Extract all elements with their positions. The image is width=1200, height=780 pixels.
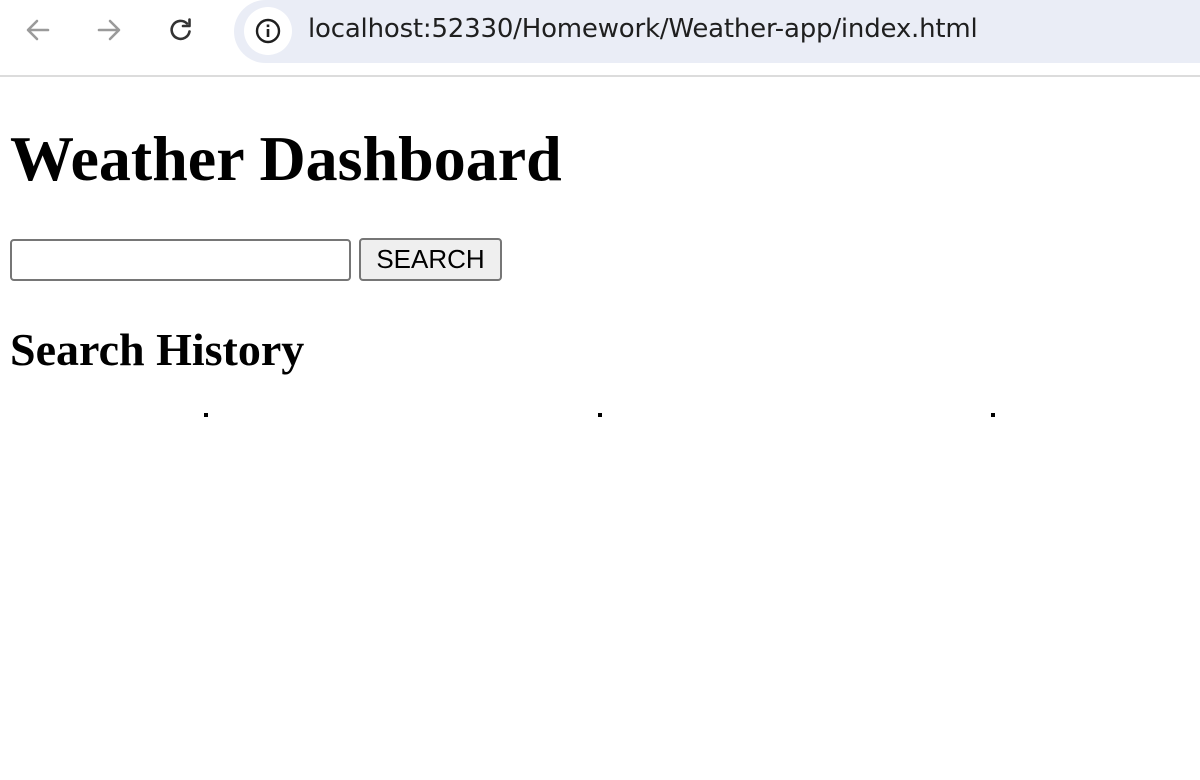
browser-toolbar: localhost:52330/Homework/Weather-app/ind… (0, 0, 1200, 77)
forecast-card (204, 413, 208, 417)
search-input[interactable] (10, 239, 351, 281)
forecast-card (598, 413, 602, 417)
site-info-button[interactable] (244, 7, 292, 55)
reload-button[interactable] (159, 8, 203, 52)
reload-icon (170, 18, 191, 41)
address-bar[interactable]: localhost:52330/Homework/Weather-app/ind… (234, 0, 1200, 63)
forecast-card (991, 413, 995, 417)
arrow-left-icon (26, 19, 50, 41)
search-button[interactable]: SEARCH (359, 238, 502, 281)
forward-button[interactable] (87, 8, 131, 52)
page-content: Weather Dashboard SEARCH Search History (0, 79, 1200, 780)
back-button[interactable] (16, 8, 60, 52)
arrow-right-icon (97, 19, 121, 41)
page-title: Weather Dashboard (10, 123, 562, 194)
info-circle-icon (255, 18, 281, 44)
search-history-heading: Search History (10, 324, 305, 375)
url-text[interactable]: localhost:52330/Homework/Weather-app/ind… (308, 14, 978, 44)
